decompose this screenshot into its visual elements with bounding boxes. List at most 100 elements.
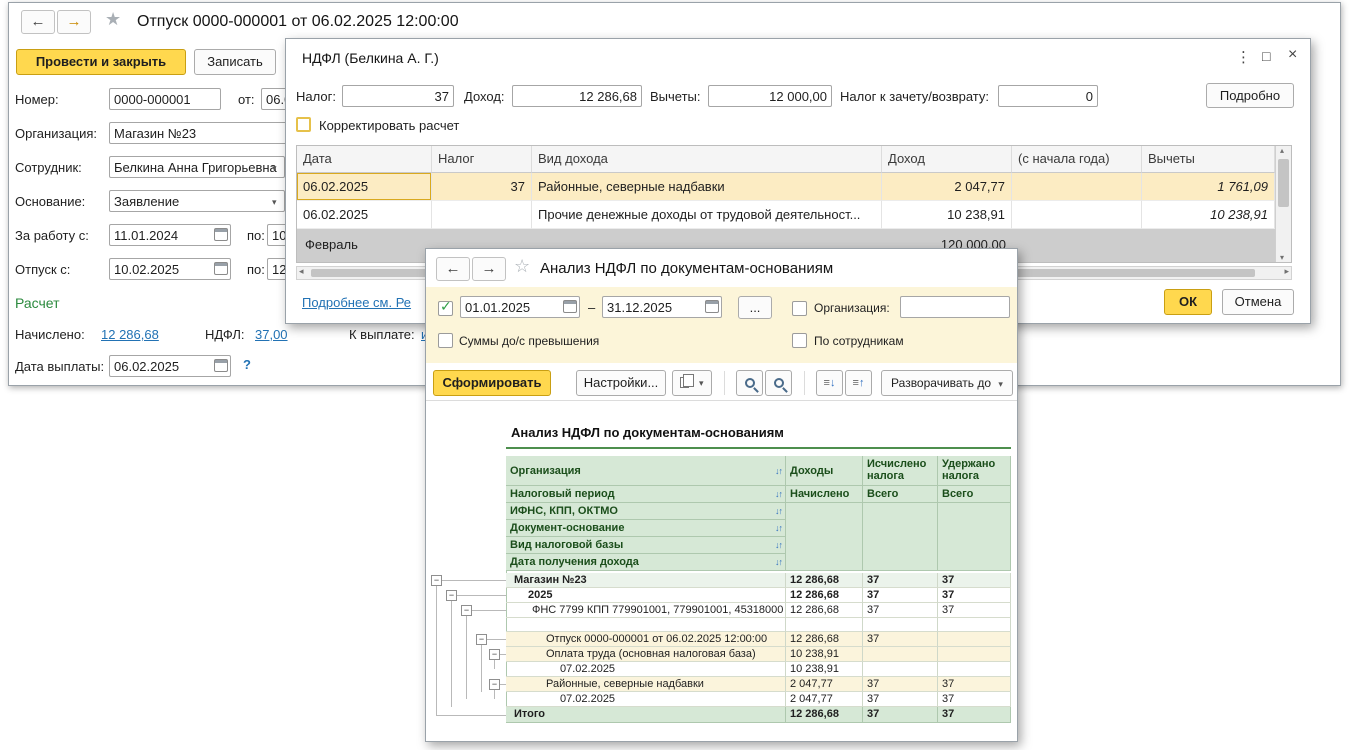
sort-icon[interactable]: ↓↑ (775, 540, 782, 550)
report-total-income[interactable]: 12 286,68 (786, 707, 863, 723)
tax-input[interactable] (342, 85, 454, 107)
report-row-withheld[interactable]: 37 (938, 603, 1011, 618)
group-collapse-expander[interactable] (431, 575, 442, 586)
table-cell-income-type[interactable]: Районные, северные надбавки (532, 173, 882, 201)
favorite-star-icon[interactable]: ★ (105, 9, 121, 30)
sort-icon[interactable]: ↓↑ (775, 506, 782, 516)
cancel-search-button[interactable] (765, 370, 792, 396)
report-row-income[interactable]: 10 238,91 (786, 662, 863, 677)
report-header-ifns[interactable]: ИФНС, КПП, ОКТМО ↓↑ (506, 503, 786, 520)
close-icon[interactable]: × (1288, 46, 1297, 64)
table-cell-ytd[interactable] (1012, 201, 1142, 229)
column-header-ytd[interactable]: (с начала года) (1012, 146, 1142, 173)
back-button[interactable]: ← (436, 257, 470, 281)
by-employees-checkbox[interactable] (792, 333, 807, 348)
group-collapse-expander[interactable] (489, 649, 500, 660)
sort-icon[interactable]: ↓↑ (775, 523, 782, 533)
group-collapse-expander[interactable] (461, 605, 472, 616)
report-row-income[interactable]: 12 286,68 (786, 573, 863, 588)
report-row-label[interactable]: ФНС 7799 КПП 779901001, 779901001, 45318… (506, 603, 786, 618)
report-row-withheld[interactable]: 37 (938, 677, 1011, 692)
report-row-label[interactable]: Отпуск 0000-000001 от 06.02.2025 12:00:0… (506, 632, 786, 647)
table-vertical-scrollbar[interactable]: ▴ ▾ (1275, 146, 1291, 262)
report-row-income[interactable]: 2 047,77 (786, 677, 863, 692)
report-header-total2[interactable]: Всего (938, 486, 1011, 503)
report-row-calculated[interactable]: 37 (863, 692, 938, 707)
search-button[interactable] (736, 370, 763, 396)
report-row-label[interactable]: Магазин №23 (506, 573, 786, 588)
expand-to-button[interactable]: Разворачивать до ▾ (881, 370, 1013, 396)
excess-sums-checkbox[interactable] (438, 333, 453, 348)
calendar-icon[interactable] (214, 228, 228, 241)
report-row-withheld[interactable]: 37 (938, 692, 1011, 707)
table-cell-date[interactable]: 06.02.2025 (297, 201, 432, 229)
table-cell-income[interactable]: 10 238,91 (882, 201, 1012, 229)
column-header-income-type[interactable]: Вид дохода (532, 146, 882, 173)
table-cell-income-type[interactable]: Прочие денежные доходы от трудовой деяте… (532, 201, 882, 229)
report-row-calculated[interactable]: 37 (863, 603, 938, 618)
post-and-close-button[interactable]: Провести и закрыть (16, 49, 186, 75)
table-cell-ytd[interactable] (1012, 173, 1142, 201)
column-header-deductions[interactable]: Вычеты (1142, 146, 1275, 173)
report-total-label[interactable]: Итого (506, 707, 786, 723)
work-from-input[interactable] (109, 224, 231, 246)
report-row-withheld[interactable] (938, 662, 1011, 677)
report-row-calculated[interactable] (863, 647, 938, 662)
column-header-date[interactable]: Дата (297, 146, 432, 173)
favorite-star-icon[interactable]: ☆ (514, 256, 530, 277)
expand-to-dropdown-icon[interactable]: ▾ (998, 379, 1003, 389)
forward-button[interactable]: → (472, 257, 506, 281)
group-collapse-expander[interactable] (446, 590, 457, 601)
period-more-button[interactable]: ... (738, 296, 772, 319)
calendar-icon[interactable] (214, 359, 228, 372)
report-row-calculated[interactable]: 37 (863, 588, 938, 603)
scroll-up-icon[interactable]: ▴ (1280, 146, 1284, 155)
report-total-calculated[interactable]: 37 (863, 707, 938, 723)
report-row-label[interactable]: 07.02.2025 (506, 662, 786, 677)
save-report-button[interactable]: ▾ (672, 370, 712, 396)
group-collapse-expander[interactable] (476, 634, 487, 645)
report-row-withheld[interactable] (938, 647, 1011, 662)
settings-button[interactable]: Настройки... (576, 370, 666, 396)
report-header-total1[interactable]: Всего (863, 486, 938, 503)
number-input[interactable] (109, 88, 221, 110)
deductions-input[interactable] (708, 85, 832, 107)
vacation-from-input[interactable] (109, 258, 231, 280)
more-menu-icon[interactable]: ⋮ (1236, 48, 1251, 66)
write-button[interactable]: Записать (194, 49, 276, 75)
report-header-document[interactable]: Документ-основание ↓↑ (506, 520, 786, 537)
report-row-calculated[interactable]: 37 (863, 632, 938, 647)
period-checkbox[interactable]: ✓ (438, 301, 453, 316)
report-row-income[interactable]: 12 286,68 (786, 603, 863, 618)
report-row-calculated[interactable]: 37 (863, 677, 938, 692)
report-row-income[interactable]: 2 047,77 (786, 692, 863, 707)
sort-icon[interactable]: ↓↑ (775, 489, 782, 499)
cancel-button[interactable]: Отмена (1222, 289, 1294, 315)
table-cell-date[interactable]: 06.02.2025 (297, 173, 432, 201)
report-row-label[interactable]: Оплата труда (основная налоговая база) (506, 647, 786, 662)
report-row-withheld[interactable]: 37 (938, 588, 1011, 603)
calendar-icon[interactable] (705, 300, 719, 313)
report-total-withheld[interactable]: 37 (938, 707, 1011, 723)
generate-report-button[interactable]: Сформировать (433, 370, 551, 396)
ndfl-amount-link[interactable]: 37,00 (255, 327, 288, 342)
report-row-withheld[interactable] (938, 632, 1011, 647)
column-header-income[interactable]: Доход (882, 146, 1012, 173)
period-to-input[interactable] (602, 296, 722, 318)
scroll-right-icon[interactable]: ▸ (1284, 266, 1289, 277)
report-row-label[interactable]: 2025 (506, 588, 786, 603)
forward-button[interactable]: → (57, 10, 91, 34)
employee-input[interactable] (109, 156, 285, 178)
calendar-icon[interactable] (214, 262, 228, 275)
scrollbar-thumb[interactable] (1278, 159, 1289, 207)
table-cell-income[interactable]: 2 047,77 (882, 173, 1012, 201)
report-row-income[interactable]: 12 286,68 (786, 588, 863, 603)
organization-filter-input[interactable] (900, 296, 1010, 318)
scroll-left-icon[interactable]: ◂ (299, 266, 304, 277)
scroll-down-icon[interactable]: ▾ (1280, 253, 1284, 262)
organization-checkbox[interactable] (792, 301, 807, 316)
payment-date-input[interactable] (109, 355, 231, 377)
report-header-income[interactable]: Доходы (786, 456, 863, 486)
period-from-input[interactable] (460, 296, 580, 318)
details-register-link[interactable]: Подробнее см. Ре (302, 295, 411, 310)
